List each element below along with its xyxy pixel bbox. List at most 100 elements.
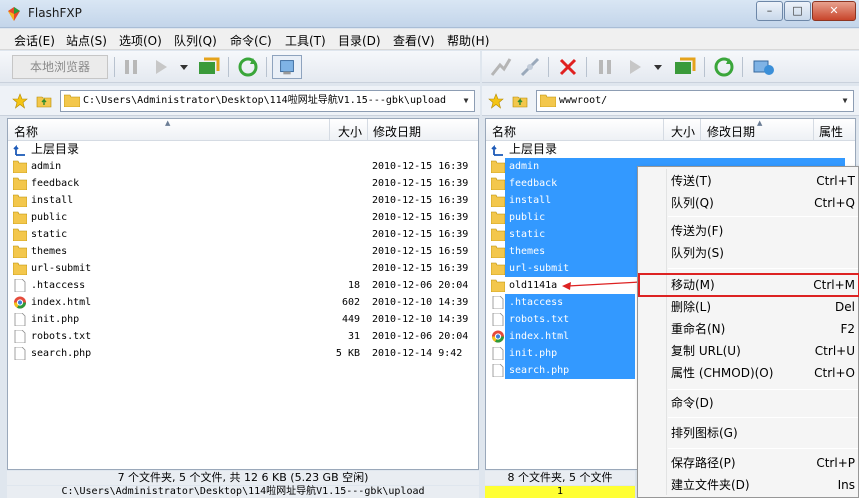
minimize-button[interactable]: – <box>756 1 783 21</box>
row-date: 2010-12-15 16:39 <box>372 212 469 223</box>
column-attributes[interactable]: 属性 <box>819 123 843 140</box>
file-icon <box>491 312 505 327</box>
menu-item-commands[interactable]: 命令(D) <box>638 392 859 414</box>
transfer-play-icon[interactable] <box>150 55 172 79</box>
menu-item-transfer[interactable]: 传送(T) Ctrl+T <box>638 170 859 192</box>
menu-help[interactable]: 帮助(H) <box>447 32 489 49</box>
abort-icon[interactable] <box>556 55 580 79</box>
row-name: url-submit <box>509 263 570 274</box>
menu-item-transfer-as[interactable]: 传送为(F) <box>638 220 859 242</box>
column-date[interactable]: 修改日期 <box>707 123 755 140</box>
menu-options[interactable]: 选项(O) <box>119 32 162 49</box>
table-row[interactable]: public 2010-12-15 16:39 <box>8 209 478 226</box>
star-favorites-icon[interactable] <box>12 93 28 109</box>
transfer-queue-icon[interactable] <box>196 55 222 79</box>
chevron-down-icon[interactable]: ▼ <box>838 92 852 110</box>
menu-separator <box>668 417 858 418</box>
menu-tools[interactable]: 工具(T) <box>285 32 326 49</box>
menu-item-create-folder[interactable]: 建立文件夹(D) Ins <box>638 474 859 496</box>
table-row[interactable]: url-submit 2010-12-15 16:39 <box>8 260 478 277</box>
table-row[interactable]: install 2010-12-15 16:39 <box>8 192 478 209</box>
table-row[interactable]: index.html 602 2010-12-10 14:39 <box>8 294 478 311</box>
menu-item-label: 复制 URL(U) <box>671 344 741 358</box>
menu-item-queue[interactable]: 队列(Q) Ctrl+Q <box>638 192 859 214</box>
local-browser-button[interactable]: 本地浏览器 <box>12 55 108 79</box>
file-icon <box>13 312 27 327</box>
menu-item-shortcut: Ctrl+P <box>816 456 855 470</box>
chevron-down-icon[interactable] <box>652 55 664 79</box>
menu-sites[interactable]: 站点(S) <box>66 32 107 49</box>
parent-folder-icon[interactable] <box>512 93 528 109</box>
menu-item-save-path[interactable]: 保存路径(P) Ctrl+P <box>638 452 859 474</box>
row-name: 上层目录 <box>509 142 558 156</box>
disconnect-icon[interactable] <box>518 55 542 79</box>
row-name: init.php <box>509 348 558 359</box>
table-row[interactable]: .htaccess 18 2010-12-06 20:04 <box>8 277 478 294</box>
file-icon <box>491 363 505 378</box>
row-date: 2010-12-15 16:39 <box>372 161 469 172</box>
table-row[interactable]: search.php 5 KB 2010-12-14 9:42 <box>8 345 478 362</box>
chevron-down-icon[interactable] <box>178 55 190 79</box>
row-date: 2010-12-15 16:39 <box>372 178 469 189</box>
pause-icon[interactable] <box>120 55 142 79</box>
left-toolbar: 本地浏览器 <box>0 51 480 83</box>
menu-item-arrange-icons[interactable]: 排列图标(G) <box>638 422 859 444</box>
menu-item-delete[interactable]: 删除(L) Del <box>638 296 859 318</box>
row-name: public <box>509 212 546 223</box>
refresh-icon[interactable] <box>712 55 736 79</box>
local-browse-toggle-icon[interactable] <box>272 55 302 79</box>
toolbar-separator <box>704 57 705 77</box>
table-row[interactable]: robots.txt 31 2010-12-06 20:04 <box>8 328 478 345</box>
menu-directory[interactable]: 目录(D) <box>338 32 381 49</box>
column-size[interactable]: 大小 <box>338 123 362 140</box>
star-favorites-icon[interactable] <box>488 93 504 109</box>
pause-icon[interactable] <box>594 55 616 79</box>
local-path-status: C:\Users\Administrator\Desktop\114啦网址导航V… <box>7 486 479 498</box>
column-name[interactable]: 名称 <box>492 123 516 140</box>
column-divider[interactable] <box>663 119 664 141</box>
table-row[interactable]: static 2010-12-15 16:39 <box>8 226 478 243</box>
column-divider[interactable] <box>367 119 368 141</box>
refresh-icon[interactable] <box>236 55 260 79</box>
move-highlight-box <box>638 273 859 297</box>
menu-item-shortcut: Ctrl+O <box>814 366 855 380</box>
table-row[interactable]: admin 2010-12-15 16:39 <box>8 158 478 175</box>
menu-queue[interactable]: 队列(Q) <box>174 32 217 49</box>
column-size[interactable]: 大小 <box>671 123 695 140</box>
parent-directory-row[interactable]: 上层目录 <box>486 141 855 158</box>
menu-item-rename[interactable]: 重命名(N) F2 <box>638 318 859 340</box>
menu-item-properties-chmod[interactable]: 属性 (CHMOD)(O) Ctrl+O <box>638 362 859 384</box>
transfer-queue-icon[interactable] <box>672 55 698 79</box>
parent-folder-icon[interactable] <box>36 93 52 109</box>
menu-item-label: 传送(T) <box>671 174 712 188</box>
folder-icon <box>490 211 506 225</box>
menu-item-queue-as[interactable]: 队列为(S) <box>638 242 859 264</box>
parent-directory-row[interactable]: 上层目录 <box>8 141 478 158</box>
connect-icon[interactable] <box>488 55 512 79</box>
right-path-input[interactable]: wwwroot/ ▼ <box>536 90 854 112</box>
row-date: 2010-12-14 9:42 <box>372 348 463 359</box>
column-divider[interactable] <box>329 119 330 141</box>
menu-session[interactable]: 会话(E) <box>14 32 55 49</box>
title-bar: FlashFXP – □ ✕ <box>0 0 859 28</box>
column-divider[interactable] <box>700 119 701 141</box>
remote-site-icon[interactable] <box>750 55 776 79</box>
menu-item-copy-url[interactable]: 复制 URL(U) Ctrl+U <box>638 340 859 362</box>
up-arrow-icon <box>13 143 27 156</box>
transfer-play-icon[interactable] <box>624 55 646 79</box>
table-row[interactable]: feedback 2010-12-15 16:39 <box>8 175 478 192</box>
column-divider[interactable] <box>813 119 814 141</box>
left-path-input[interactable]: C:\Users\Administrator\Desktop\114啦网址导航V… <box>60 90 475 112</box>
menu-item-label: 删除(L) <box>671 300 712 314</box>
chevron-down-icon[interactable]: ▼ <box>459 92 473 110</box>
menu-commands[interactable]: 命令(C) <box>230 32 272 49</box>
column-name[interactable]: 名称 <box>14 123 38 140</box>
menu-item-shortcut: Ctrl+Q <box>814 196 855 210</box>
table-row[interactable]: init.php 449 2010-12-10 14:39 <box>8 311 478 328</box>
close-button[interactable]: ✕ <box>812 1 856 21</box>
maximize-button[interactable]: □ <box>784 1 811 21</box>
menu-view[interactable]: 查看(V) <box>393 32 435 49</box>
column-date[interactable]: 修改日期 <box>373 123 421 140</box>
table-row[interactable]: themes 2010-12-15 16:59 <box>8 243 478 260</box>
local-file-list[interactable]: 名称 ▲ 大小 修改日期 上层目录 admin 2010-12-15 16:39 fe… <box>7 118 479 470</box>
